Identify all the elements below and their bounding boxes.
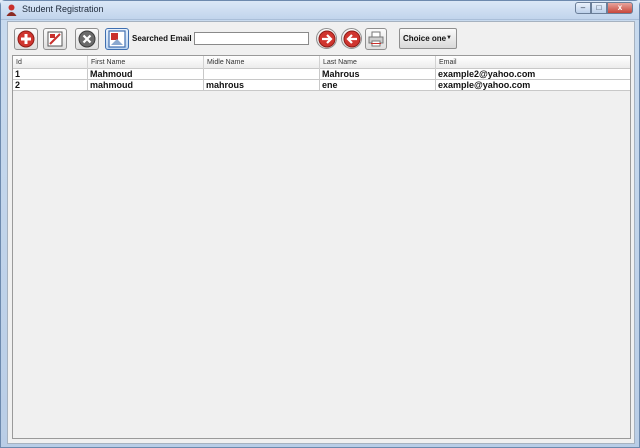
- edit-icon: [47, 31, 63, 47]
- column-header-middle-name[interactable]: Midle Name: [204, 56, 320, 69]
- cell-middle-name[interactable]: [204, 69, 320, 80]
- arrow-left-circle-icon: [343, 30, 360, 47]
- plus-circle-icon: [17, 30, 35, 48]
- table-header: Id First Name Midle Name Last Name Email: [13, 56, 630, 69]
- cell-email[interactable]: example@yahoo.com: [436, 80, 630, 91]
- image-button[interactable]: [105, 28, 129, 50]
- add-button[interactable]: [14, 28, 38, 50]
- x-circle-icon: [78, 30, 96, 48]
- cell-last-name[interactable]: Mahrous: [320, 69, 436, 80]
- cell-middle-name[interactable]: mahrous: [204, 80, 320, 91]
- picture-icon: [108, 30, 126, 48]
- app-window: Student Registration – □ x Searched Emai…: [0, 0, 640, 448]
- title-bar[interactable]: Student Registration – □ x: [1, 1, 639, 20]
- window-controls: – □ x: [575, 2, 633, 15]
- search-email-input[interactable]: [194, 32, 309, 45]
- close-button[interactable]: x: [607, 2, 633, 14]
- print-button[interactable]: [365, 28, 387, 50]
- cell-id[interactable]: 2: [13, 80, 88, 91]
- choice-dropdown[interactable]: Choice one ▼: [399, 28, 457, 49]
- search-label: Searched Email: [132, 34, 192, 43]
- student-app-icon: [6, 4, 17, 16]
- cell-id[interactable]: 1: [13, 69, 88, 80]
- delete-button[interactable]: [75, 28, 99, 50]
- toolbar: Searched Email Choice one ▼: [8, 22, 634, 54]
- window-title: Student Registration: [22, 4, 104, 14]
- edit-button[interactable]: [43, 28, 67, 50]
- cell-last-name[interactable]: ene: [320, 80, 436, 91]
- previous-button[interactable]: [341, 28, 362, 49]
- cell-email[interactable]: example2@yahoo.com: [436, 69, 630, 80]
- students-table[interactable]: Id First Name Midle Name Last Name Email…: [12, 55, 631, 439]
- column-header-id[interactable]: Id: [13, 56, 88, 69]
- minimize-button[interactable]: –: [575, 2, 591, 14]
- arrow-right-circle-icon: [318, 30, 335, 47]
- table-row[interactable]: 2 mahmoud mahrous ene example@yahoo.com: [13, 80, 630, 91]
- cell-first-name[interactable]: mahmoud: [88, 80, 204, 91]
- column-header-first-name[interactable]: First Name: [88, 56, 204, 69]
- maximize-button[interactable]: □: [591, 2, 607, 14]
- column-header-last-name[interactable]: Last Name: [320, 56, 436, 69]
- chevron-down-icon: ▼: [446, 35, 452, 41]
- next-button[interactable]: [316, 28, 337, 49]
- choice-selected-value: Choice one: [403, 34, 447, 43]
- main-panel: Searched Email Choice one ▼ Id First Nam…: [7, 21, 635, 444]
- column-header-email[interactable]: Email: [436, 56, 630, 69]
- table-row[interactable]: 1 Mahmoud Mahrous example2@yahoo.com: [13, 69, 630, 80]
- printer-icon: [368, 31, 384, 47]
- cell-first-name[interactable]: Mahmoud: [88, 69, 204, 80]
